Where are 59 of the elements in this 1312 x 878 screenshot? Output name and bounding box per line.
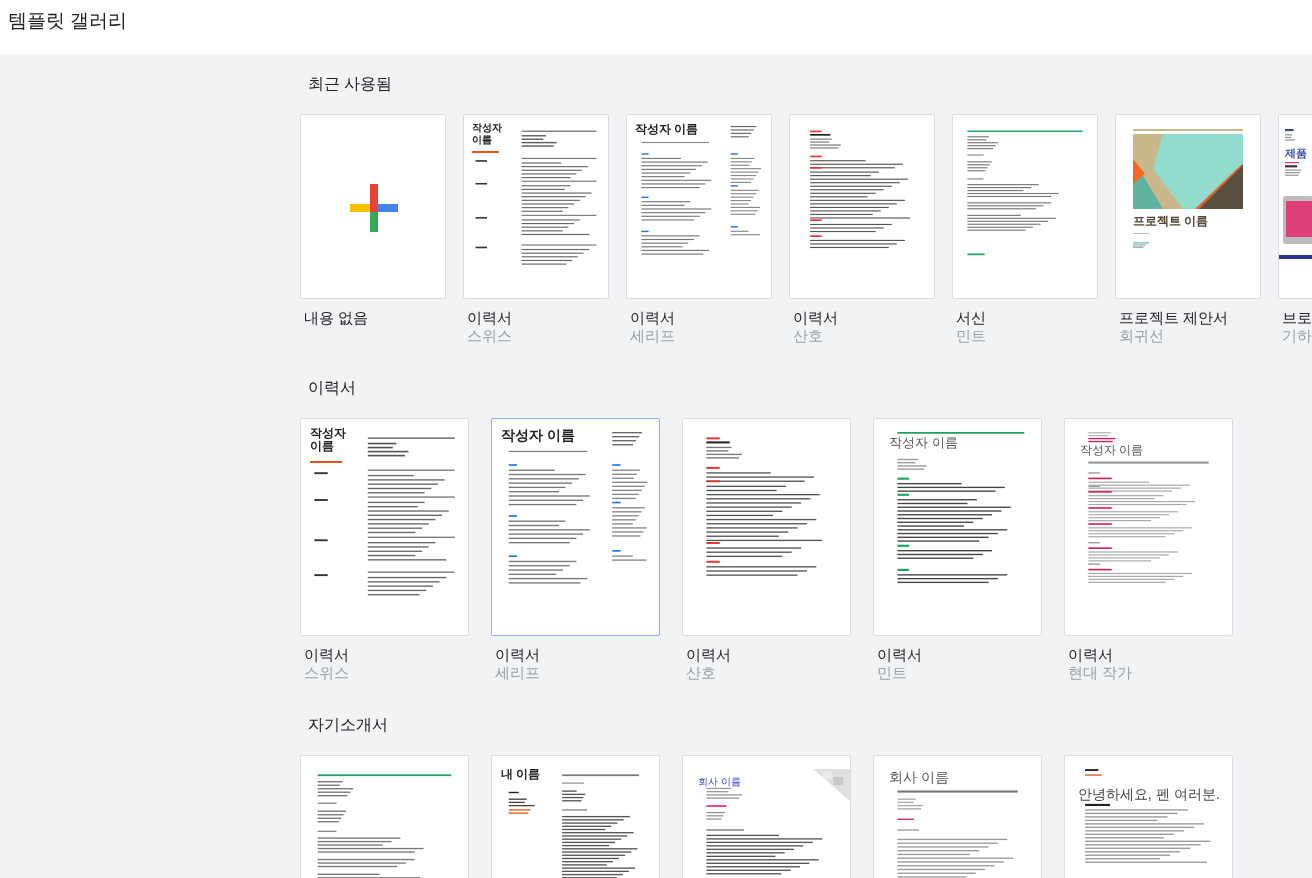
preview-heading: 회사 이름: [698, 775, 741, 788]
preview-heading: 프로젝트 이름: [1133, 215, 1209, 229]
template-style: 스위스: [304, 664, 350, 682]
template-title: 이력서: [467, 309, 513, 327]
template-thumbnail[interactable]: 작성자 이름: [491, 418, 660, 636]
preview-heading: 작성자 이름: [1080, 444, 1144, 458]
section-title: 이력서: [308, 378, 357, 398]
template-title: 이력서: [686, 646, 732, 664]
template-style: 회귀선: [1119, 327, 1165, 345]
template-style: 산호: [686, 664, 717, 682]
template-thumbnail[interactable]: 제품: [1278, 114, 1312, 299]
preview-heading: 작성자 이름: [889, 436, 958, 451]
template-style: 스위스: [467, 327, 513, 345]
template-thumbnail[interactable]: [789, 114, 935, 299]
template-style: 기하: [1282, 327, 1312, 345]
template-style: 세리프: [495, 664, 541, 682]
template-title: 이력서: [1068, 646, 1114, 664]
template-title: 프로젝트 제안서: [1119, 309, 1230, 327]
preview-heading: 내 이름: [501, 767, 541, 781]
preview-heading: 작성자 이름: [635, 123, 699, 137]
template-thumbnail[interactable]: 회사 이름: [682, 755, 851, 878]
preview-heading: 회사 이름: [889, 769, 949, 786]
plus-icon: [350, 183, 398, 232]
template-title: 이력서: [304, 646, 350, 664]
template-title: 이력서: [793, 309, 839, 327]
phone-drawing: [1282, 195, 1312, 245]
preview-heading: 안녕하세요, 펜 여러분.: [1077, 786, 1220, 803]
template-title: 이력서: [877, 646, 923, 664]
template-style: 현대 작가: [1068, 664, 1134, 682]
template-thumbnail[interactable]: 작성자 이름: [463, 114, 609, 299]
gallery-title: 템플릿 갤러리: [8, 10, 128, 32]
subtitle-bar: [310, 460, 342, 463]
preview-heading: 작성자 이름: [501, 428, 576, 445]
template-title: 이력서: [495, 646, 541, 664]
preview-heading: 작성자 이름: [310, 427, 348, 454]
template-thumbnail[interactable]: 안녕하세요, 펜 여러분.: [1064, 755, 1233, 878]
template-title: 내용 없음: [304, 309, 370, 327]
section-title: 자기소개서: [308, 715, 389, 735]
template-title: 이력서: [630, 309, 676, 327]
template-thumbnail[interactable]: 회사 이름: [873, 755, 1042, 878]
template-thumbnail[interactable]: [300, 114, 446, 299]
template-thumbnail[interactable]: [952, 114, 1098, 299]
template-style: 산호: [793, 327, 824, 345]
template-style: 세리프: [630, 327, 676, 345]
preview-heading: 제품: [1285, 147, 1307, 160]
section-title: 최근 사용됨: [308, 74, 394, 94]
template-thumbnail[interactable]: 작성자 이름: [626, 114, 772, 299]
template-style: 민트: [877, 664, 908, 682]
template-thumbnail[interactable]: 내 이름: [491, 755, 660, 878]
preview-heading: 작성자 이름: [472, 122, 503, 145]
template-thumbnail[interactable]: [682, 418, 851, 636]
template-thumbnail[interactable]: 작성자 이름: [1064, 418, 1233, 636]
template-thumbnail[interactable]: 작성자 이름: [873, 418, 1042, 636]
template-title: 브로: [1282, 309, 1312, 327]
template-style: 민트: [956, 327, 987, 345]
template-thumbnail[interactable]: 프로젝트 이름: [1115, 114, 1261, 299]
template-title: 서신: [956, 309, 987, 327]
placeholder-text-drawing: [1133, 233, 1149, 248]
template-thumbnail[interactable]: 작성자 이름: [300, 418, 469, 636]
